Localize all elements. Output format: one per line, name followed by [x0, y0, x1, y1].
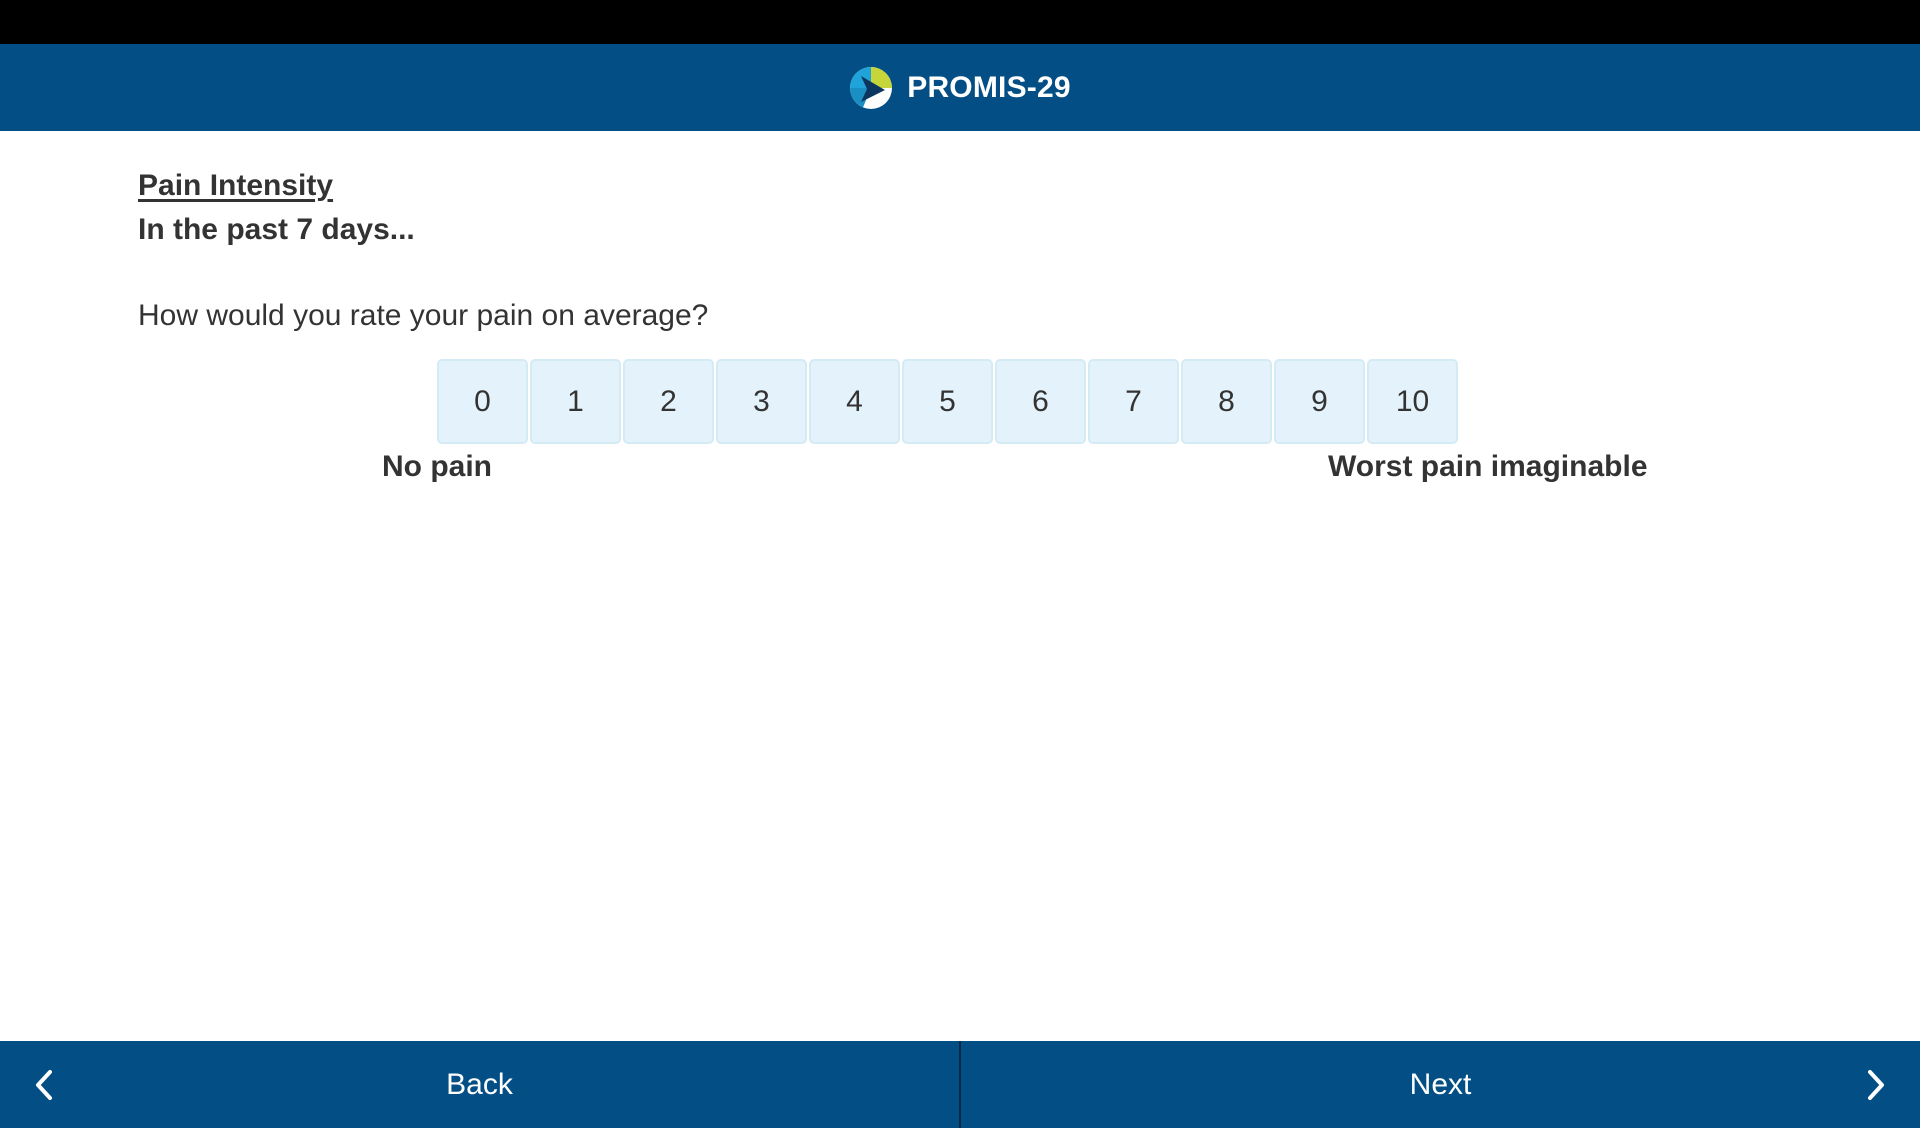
navigation-footer: Back Next: [0, 1041, 1920, 1128]
next-button-label: Next: [1409, 1067, 1472, 1101]
back-button[interactable]: Back: [0, 1041, 959, 1128]
rating-option-9[interactable]: 9: [1274, 359, 1365, 444]
question-text: How would you rate your pain on average?: [138, 299, 709, 332]
rating-option-6[interactable]: 6: [995, 359, 1086, 444]
chevron-right-icon: [1868, 1069, 1884, 1100]
rating-option-2[interactable]: 2: [623, 359, 714, 444]
app-title: PROMIS-29: [907, 70, 1071, 104]
next-button[interactable]: Next: [961, 1041, 1920, 1128]
rating-option-4[interactable]: 4: [809, 359, 900, 444]
section-title: Pain Intensity: [138, 169, 334, 202]
rating-option-0[interactable]: 0: [437, 359, 528, 444]
app-header: PROMIS-29: [0, 44, 1920, 131]
rating-option-8[interactable]: 8: [1181, 359, 1272, 444]
scale-anchor-high: Worst pain imaginable: [1328, 450, 1648, 483]
question-timeframe: In the past 7 days...: [138, 213, 415, 246]
rating-option-1[interactable]: 1: [530, 359, 621, 444]
rating-option-3[interactable]: 3: [716, 359, 807, 444]
promis-logo-icon: [850, 66, 893, 109]
rating-option-7[interactable]: 7: [1088, 359, 1179, 444]
scale-anchor-low: No pain: [382, 450, 492, 483]
pain-rating-scale: 0 1 2 3 4 5 6 7 8 9 10: [437, 359, 1458, 444]
chevron-left-icon: [36, 1069, 52, 1100]
back-button-label: Back: [446, 1067, 513, 1101]
rating-option-10[interactable]: 10: [1367, 359, 1458, 444]
rating-option-5[interactable]: 5: [902, 359, 993, 444]
status-bar: [0, 0, 1920, 44]
